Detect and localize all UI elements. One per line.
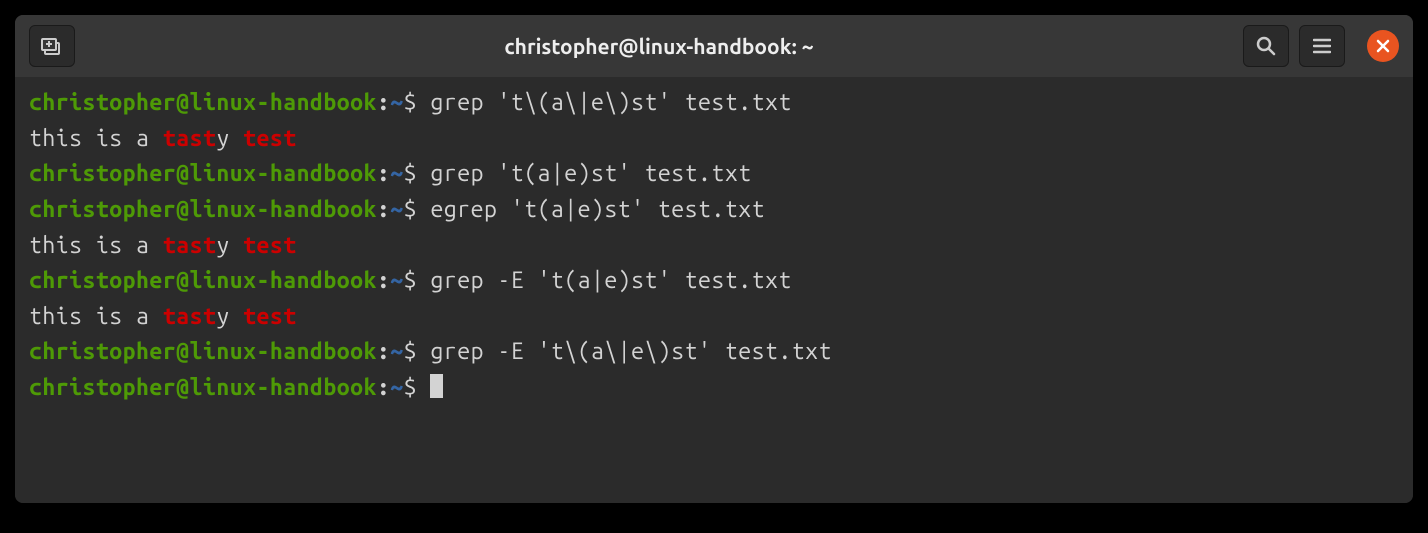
search-button[interactable] (1243, 25, 1289, 67)
output-line: this is a tasty test (29, 228, 1399, 264)
colon: : (377, 268, 390, 293)
grep-match: tast (163, 233, 217, 258)
user-host: christopher@linux-handbook (29, 90, 377, 115)
terminal-body[interactable]: christopher@linux-handbook:~$ grep 't\(a… (15, 77, 1413, 503)
user-host: christopher@linux-handbook (29, 197, 377, 222)
new-tab-icon (41, 36, 63, 56)
prompt-line: christopher@linux-handbook:~$ (29, 370, 1399, 406)
path: ~ (390, 339, 403, 364)
grep-match: test (243, 233, 297, 258)
grep-match: test (243, 304, 297, 329)
path: ~ (390, 90, 403, 115)
output-prefix: this is a (29, 126, 163, 151)
output-mid: y (216, 126, 243, 151)
user-host: christopher@linux-handbook (29, 161, 377, 186)
dollar: $ (404, 268, 417, 293)
colon: : (377, 375, 390, 400)
dollar: $ (404, 90, 417, 115)
close-button[interactable] (1367, 30, 1399, 62)
cursor (430, 374, 443, 398)
search-icon (1256, 36, 1276, 56)
toolbar-right (1243, 25, 1399, 67)
hamburger-icon (1313, 38, 1331, 54)
user-host: christopher@linux-handbook (29, 375, 377, 400)
path: ~ (390, 375, 403, 400)
path: ~ (390, 268, 403, 293)
user-host: christopher@linux-handbook (29, 339, 377, 364)
prompt-line: christopher@linux-handbook:~$ grep 't(a|… (29, 156, 1399, 192)
terminal-window: christopher@linux-handbook: ~ (15, 15, 1413, 503)
output-line: this is a tasty test (29, 121, 1399, 157)
prompt-line: christopher@linux-handbook:~$ grep 't\(a… (29, 85, 1399, 121)
prompt-line: christopher@linux-handbook:~$ egrep 't(a… (29, 192, 1399, 228)
dollar: $ (404, 161, 417, 186)
output-line: this is a tasty test (29, 299, 1399, 335)
grep-match: test (243, 126, 297, 151)
user-host: christopher@linux-handbook (29, 268, 377, 293)
output-mid: y (216, 304, 243, 329)
window-title: christopher@linux-handbook: ~ (87, 34, 1231, 58)
path: ~ (390, 197, 403, 222)
colon: : (377, 90, 390, 115)
grep-match: tast (163, 126, 217, 151)
prompt-line: christopher@linux-handbook:~$ grep -E 't… (29, 334, 1399, 370)
menu-button[interactable] (1299, 25, 1345, 67)
output-prefix: this is a (29, 233, 163, 258)
path: ~ (390, 161, 403, 186)
close-icon (1376, 39, 1390, 53)
command-text: egrep 't(a|e)st' test.txt (430, 197, 765, 222)
command (417, 90, 430, 115)
dollar: $ (404, 339, 417, 364)
dollar: $ (404, 197, 417, 222)
colon: : (377, 161, 390, 186)
prompt-line: christopher@linux-handbook:~$ grep -E 't… (29, 263, 1399, 299)
command-text: grep -E 't\(a\|e\)st' test.txt (430, 339, 831, 364)
grep-match: tast (163, 304, 217, 329)
output-prefix: this is a (29, 304, 163, 329)
titlebar: christopher@linux-handbook: ~ (15, 15, 1413, 77)
colon: : (377, 197, 390, 222)
colon: : (377, 339, 390, 364)
command-text: grep 't(a|e)st' test.txt (430, 161, 751, 186)
command-text: grep 't\(a\|e\)st' test.txt (430, 90, 791, 115)
output-mid: y (216, 233, 243, 258)
new-tab-button[interactable] (29, 25, 75, 67)
dollar: $ (404, 375, 417, 400)
command-text: grep -E 't(a|e)st' test.txt (430, 268, 791, 293)
